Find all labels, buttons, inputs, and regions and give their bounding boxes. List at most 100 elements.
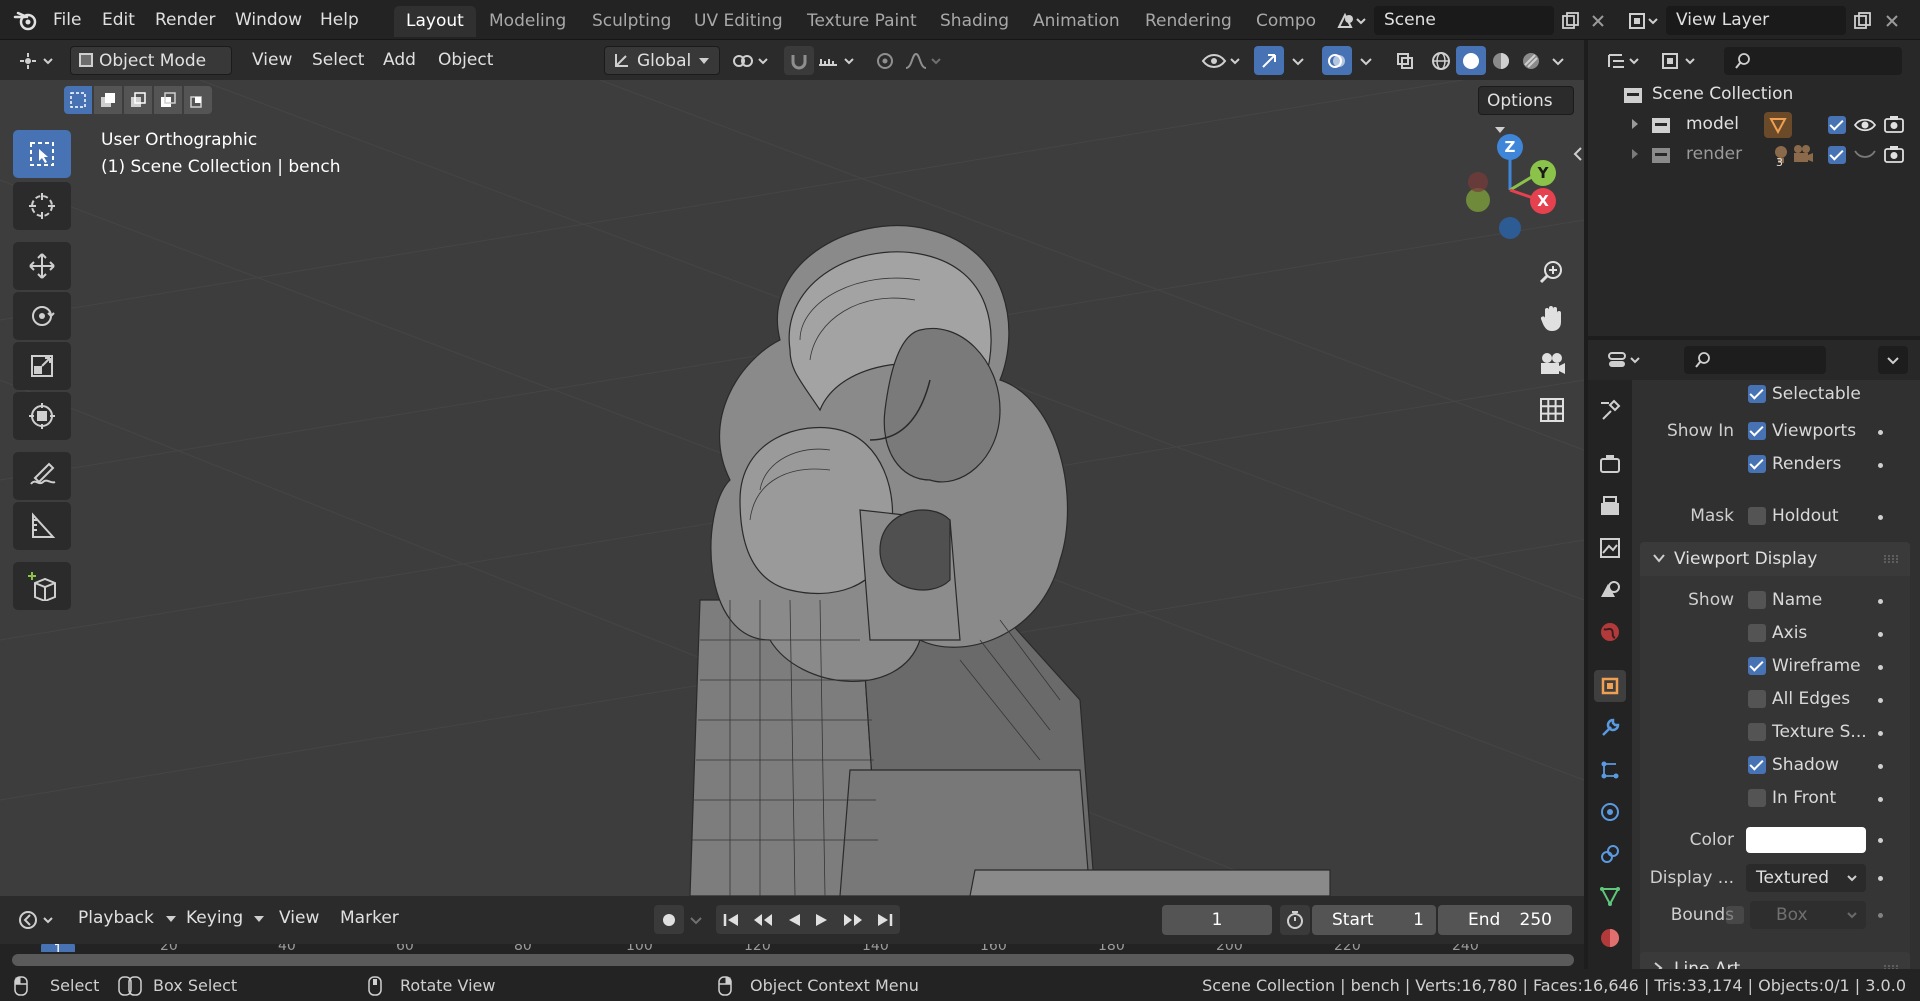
line-art-panel-header[interactable]: Line Art: [1640, 952, 1910, 969]
keyframe-dot[interactable]: [1878, 599, 1883, 604]
disclosure-triangle-icon[interactable]: [1630, 148, 1640, 160]
camera-view-icon[interactable]: [1532, 344, 1572, 384]
show-wireframe-checkbox[interactable]: [1748, 657, 1766, 675]
pivot-point-icon[interactable]: [728, 46, 774, 75]
current-frame-marker[interactable]: 1: [41, 944, 75, 952]
timeline-scrollbar[interactable]: [12, 954, 1574, 966]
menu-view[interactable]: View: [244, 46, 300, 75]
timeline-ruler[interactable]: 1 20 40 60 80 100 120 140 160 180 200 22…: [0, 944, 1584, 969]
show-name-checkbox[interactable]: [1748, 591, 1766, 609]
delete-view-layer-icon[interactable]: [1880, 6, 1904, 35]
gizmo-axis-z[interactable]: Z: [1497, 134, 1523, 160]
keyframe-dot[interactable]: [1878, 913, 1883, 918]
snap-toggle-icon[interactable]: [784, 46, 814, 75]
outliner-editor-type-icon[interactable]: [1604, 47, 1644, 75]
select-subtract-icon[interactable]: [124, 86, 152, 114]
show-texture-space-checkbox[interactable]: [1748, 723, 1766, 741]
cursor-tool-icon[interactable]: [13, 182, 71, 230]
auto-keying-options-icon[interactable]: [684, 905, 708, 934]
drag-handle-icon[interactable]: [1884, 554, 1900, 564]
keyframe-dot[interactable]: [1878, 632, 1883, 637]
scene-selector-icon[interactable]: [1330, 6, 1372, 35]
shading-wireframe-icon[interactable]: [1426, 46, 1456, 75]
transform-tool-icon[interactable]: [13, 392, 71, 440]
world-tab-icon[interactable]: [1594, 616, 1626, 648]
zoom-icon[interactable]: [1532, 252, 1572, 292]
blender-logo-icon[interactable]: [12, 7, 40, 33]
visibility-selectability-icon[interactable]: [1198, 46, 1246, 75]
select-intersect-icon[interactable]: [184, 86, 212, 114]
selectable-checkbox[interactable]: [1748, 385, 1766, 403]
jump-start-icon[interactable]: [722, 912, 740, 928]
output-tab-icon[interactable]: [1594, 490, 1626, 522]
particles-tab-icon[interactable]: [1594, 754, 1626, 786]
menu-window[interactable]: Window: [235, 0, 302, 40]
color-swatch[interactable]: [1746, 827, 1866, 853]
3d-viewport[interactable]: User Orthographic (1) Scene Collection |…: [0, 80, 1584, 896]
current-frame-field[interactable]: 1: [1162, 905, 1272, 935]
snap-increment-icon[interactable]: [814, 46, 860, 75]
object-tab-icon[interactable]: [1594, 670, 1626, 702]
proportional-editing-icon[interactable]: [870, 46, 900, 75]
menu-edit[interactable]: Edit: [102, 0, 135, 40]
timeline-menu-keying[interactable]: Keying: [186, 908, 243, 928]
move-tool-icon[interactable]: [13, 242, 71, 290]
keyframe-dot[interactable]: [1878, 876, 1883, 881]
camera-render-icon[interactable]: [1884, 115, 1904, 133]
outliner-row-render[interactable]: render 3: [1588, 140, 1920, 170]
editor-type-icon[interactable]: [14, 46, 58, 75]
delete-scene-icon[interactable]: [1586, 6, 1610, 35]
menu-file[interactable]: File: [53, 0, 81, 40]
xray-toggle-icon[interactable]: [1390, 46, 1420, 75]
exclude-checkbox[interactable]: [1828, 116, 1846, 134]
tab-sculpting[interactable]: Sculpting: [580, 6, 683, 37]
timeline-menu-marker[interactable]: Marker: [340, 908, 399, 928]
pan-hand-icon[interactable]: [1532, 298, 1572, 338]
mode-dropdown[interactable]: Object Mode: [70, 46, 232, 93]
gizmo-axis-x[interactable]: X: [1530, 188, 1556, 214]
material-tab-icon[interactable]: [1594, 922, 1626, 954]
overlays-options-icon[interactable]: [1354, 46, 1378, 75]
menu-render[interactable]: Render: [155, 0, 216, 40]
jump-end-icon[interactable]: [876, 912, 894, 928]
keyframe-dot[interactable]: [1878, 764, 1883, 769]
timeline-editor-type-icon[interactable]: [14, 905, 58, 934]
view-layer-name-field[interactable]: View Layer: [1666, 6, 1846, 35]
start-frame-field[interactable]: Start 1: [1312, 905, 1436, 935]
menu-object[interactable]: Object: [430, 46, 501, 75]
keyframe-dot[interactable]: [1878, 838, 1883, 843]
keyframe-dot[interactable]: [1878, 797, 1883, 802]
scale-tool-icon[interactable]: [13, 342, 71, 390]
mesh-data-icon[interactable]: [1764, 112, 1792, 138]
rotate-tool-icon[interactable]: [13, 292, 71, 340]
tab-layout[interactable]: Layout: [394, 6, 476, 37]
bounds-dropdown[interactable]: Box: [1750, 901, 1866, 929]
add-cube-tool-icon[interactable]: [13, 562, 71, 610]
select-extend-icon[interactable]: [94, 86, 122, 114]
display-as-dropdown[interactable]: Textured: [1746, 864, 1866, 892]
tab-shading[interactable]: Shading: [928, 6, 1021, 37]
exclude-checkbox[interactable]: [1828, 146, 1846, 164]
tab-modeling[interactable]: Modeling: [477, 6, 578, 37]
keyframe-dot[interactable]: [1878, 665, 1883, 670]
display-mode-icon[interactable]: [1656, 47, 1704, 75]
keyframe-dot[interactable]: [1878, 731, 1883, 736]
physics-tab-icon[interactable]: [1594, 796, 1626, 828]
show-all-edges-checkbox[interactable]: [1748, 690, 1766, 708]
falloff-icon[interactable]: [902, 46, 946, 75]
tab-uv-editing[interactable]: UV Editing: [682, 6, 795, 37]
play-reverse-icon[interactable]: [786, 912, 802, 928]
tab-rendering[interactable]: Rendering: [1133, 6, 1244, 37]
record-icon[interactable]: [654, 905, 684, 934]
overlays-toggle-icon[interactable]: [1322, 46, 1352, 75]
properties-editor-type-icon[interactable]: [1604, 346, 1646, 374]
holdout-checkbox[interactable]: [1748, 507, 1766, 525]
camera-object-icon[interactable]: [1792, 144, 1814, 164]
sidebar-toggle-icon[interactable]: [1572, 142, 1584, 166]
constraints-tab-icon[interactable]: [1594, 838, 1626, 870]
annotate-tool-icon[interactable]: [13, 452, 71, 500]
modifier-tab-icon[interactable]: [1594, 712, 1626, 744]
transform-orientation-dropdown[interactable]: Global: [604, 46, 720, 75]
shading-material-icon[interactable]: [1486, 46, 1516, 75]
bounds-checkbox[interactable]: [1726, 906, 1744, 924]
